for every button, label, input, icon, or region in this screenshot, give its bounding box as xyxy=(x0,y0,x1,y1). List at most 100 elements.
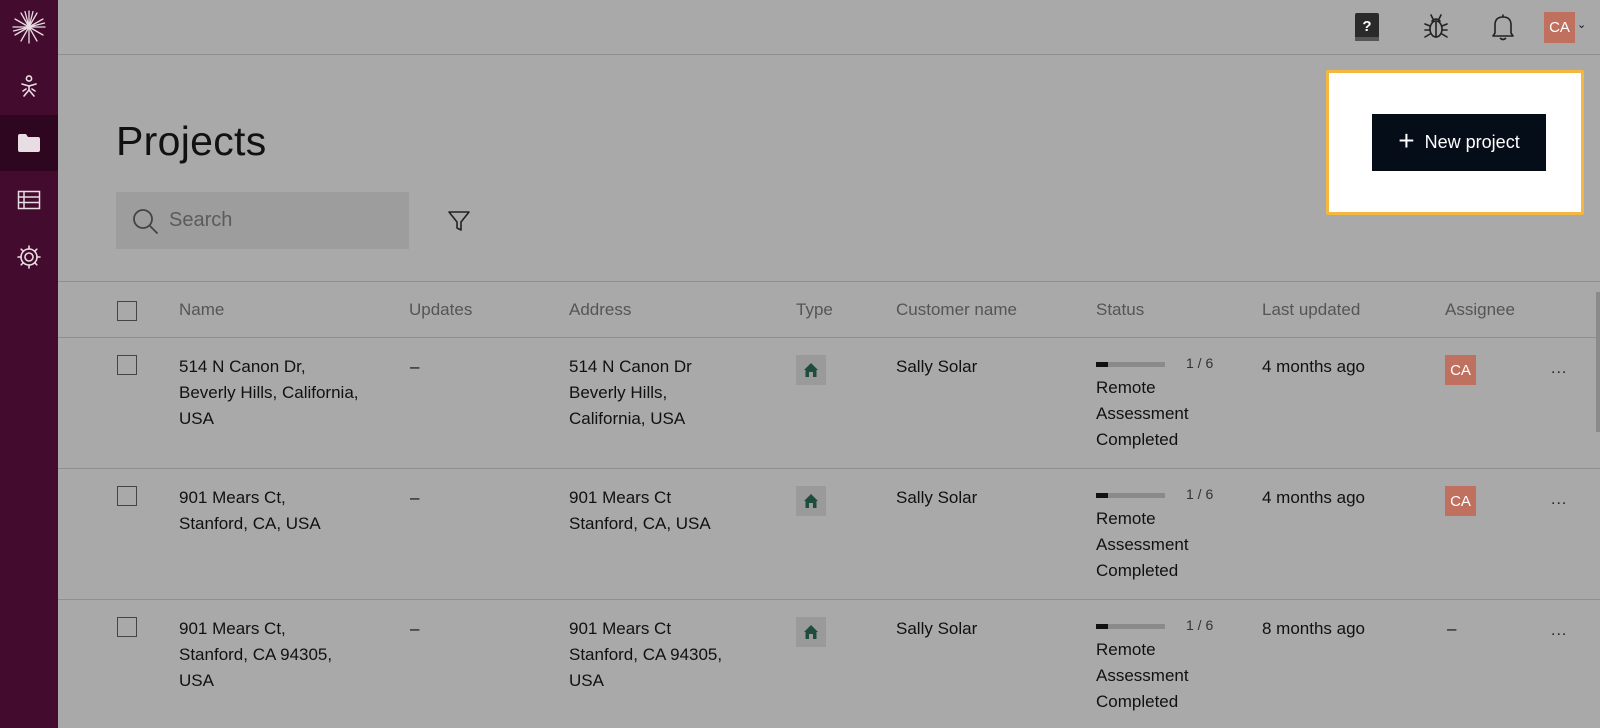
address-line: Stanford, CA 94305, xyxy=(569,645,723,664)
status-label-line: Completed xyxy=(1096,561,1179,580)
project-name-line: 901 Mears Ct, xyxy=(179,488,286,507)
address-line: 901 Mears Ct xyxy=(569,619,672,638)
row-checkbox[interactable] xyxy=(117,355,137,375)
project-name[interactable]: 514 N Canon Dr, Beverly Hills, California… xyxy=(179,354,389,432)
status-label-line: Assessment xyxy=(1096,535,1189,554)
status-label-line: Completed xyxy=(1096,692,1179,711)
address-value: 514 N Canon Dr Beverly Hills, California, … xyxy=(569,354,779,432)
house-icon xyxy=(804,625,818,639)
type-badge xyxy=(796,617,826,647)
column-header-customer-name[interactable]: Customer name xyxy=(896,300,1017,320)
sidebar-item-projects[interactable] xyxy=(0,115,58,171)
house-icon xyxy=(804,363,818,377)
address-line: Beverly Hills, xyxy=(569,383,668,402)
updates-value: – xyxy=(410,488,420,507)
address-line: 514 N Canon Dr xyxy=(569,357,692,376)
last-updated: 4 months ago xyxy=(1262,357,1366,376)
project-name-line: Stanford, CA 94305, xyxy=(179,645,333,664)
row-checkbox[interactable] xyxy=(117,617,137,637)
column-header-name[interactable]: Name xyxy=(179,300,224,320)
person-icon xyxy=(21,75,37,97)
search-input[interactable] xyxy=(169,209,389,232)
row-more-icon[interactable]: ... xyxy=(1551,360,1567,378)
status-label: Remote Assessment Completed xyxy=(1096,375,1216,453)
row-checkbox[interactable] xyxy=(117,486,137,506)
project-name[interactable]: 901 Mears Ct, Stanford, CA, USA xyxy=(179,485,389,537)
search-icon xyxy=(133,208,158,234)
address-line: 901 Mears Ct xyxy=(569,488,672,507)
status-progress-fill xyxy=(1096,493,1108,498)
address-line: California, USA xyxy=(569,409,686,428)
status-label-line: Remote xyxy=(1096,640,1156,659)
project-name-line: 514 N Canon Dr, xyxy=(179,357,306,376)
customer-name: Sally Solar xyxy=(896,357,978,376)
starburst-logo-icon[interactable] xyxy=(11,9,47,45)
address-value: 901 Mears Ct Stanford, CA 94305, USA xyxy=(569,616,779,694)
status-step-count: 1 / 6 xyxy=(1186,617,1214,633)
sidebar xyxy=(0,0,58,728)
column-header-type[interactable]: Type xyxy=(796,300,833,320)
search-box[interactable] xyxy=(116,192,409,249)
column-header-address[interactable]: Address xyxy=(569,300,631,320)
row-more-icon[interactable]: ... xyxy=(1551,491,1567,509)
gear-icon xyxy=(17,245,41,269)
customer-name: Sally Solar xyxy=(896,488,978,507)
house-icon xyxy=(804,494,818,508)
sidebar-item-data[interactable] xyxy=(0,172,58,228)
table-icon xyxy=(17,190,41,210)
status-label-line: Remote xyxy=(1096,509,1156,528)
column-header-updates[interactable]: Updates xyxy=(409,300,472,320)
status-label: Remote Assessment Completed xyxy=(1096,506,1216,584)
last-updated: 8 months ago xyxy=(1262,619,1366,638)
status-label-line: Assessment xyxy=(1096,666,1189,685)
new-project-label: New project xyxy=(1424,132,1520,152)
status-progress-bar xyxy=(1096,362,1165,367)
assignee-empty: – xyxy=(1447,619,1457,638)
chevron-down-icon[interactable]: ⌄ xyxy=(1577,18,1586,31)
status-progress-bar xyxy=(1096,624,1165,629)
filter-icon[interactable] xyxy=(446,208,472,234)
customer-name: Sally Solar xyxy=(896,619,978,638)
column-header-status[interactable]: Status xyxy=(1096,300,1144,320)
project-name-line: Stanford, CA, USA xyxy=(179,514,321,533)
last-updated: 4 months ago xyxy=(1262,488,1366,507)
address-line: USA xyxy=(569,671,604,690)
status-label-line: Assessment xyxy=(1096,404,1189,423)
new-project-button[interactable]: + New project xyxy=(1372,114,1546,171)
page-title: Projects xyxy=(116,118,267,164)
project-name-line: Beverly Hills, California, xyxy=(179,383,359,402)
project-name-line: USA xyxy=(179,409,214,428)
plus-icon: + xyxy=(1398,125,1415,156)
table-top-divider xyxy=(58,281,1600,282)
address-value: 901 Mears Ct Stanford, CA, USA xyxy=(569,485,779,537)
svg-text:?: ? xyxy=(1362,18,1371,35)
address-line: Stanford, CA, USA xyxy=(569,514,711,533)
status-progress-fill xyxy=(1096,362,1108,367)
updates-value: – xyxy=(410,619,420,638)
status-step-count: 1 / 6 xyxy=(1186,355,1214,371)
status-progress-bar xyxy=(1096,493,1165,498)
project-name[interactable]: 901 Mears Ct, Stanford, CA 94305, USA xyxy=(179,616,389,694)
sidebar-item-settings[interactable] xyxy=(0,229,58,285)
status-label-line: Remote xyxy=(1096,378,1156,397)
updates-value: – xyxy=(410,357,420,376)
user-avatar[interactable]: CA xyxy=(1544,12,1575,43)
help-book-icon[interactable]: ? xyxy=(1351,11,1383,43)
project-name-line: 901 Mears Ct, xyxy=(179,619,286,638)
sidebar-item-people[interactable] xyxy=(0,58,58,114)
assignee-avatar[interactable]: CA xyxy=(1445,355,1476,385)
status-progress-fill xyxy=(1096,624,1108,629)
bug-icon[interactable] xyxy=(1420,11,1452,43)
column-header-last-updated[interactable]: Last updated xyxy=(1262,300,1360,320)
bell-icon[interactable] xyxy=(1487,11,1519,43)
column-header-assignee[interactable]: Assignee xyxy=(1445,300,1517,320)
type-badge xyxy=(796,486,826,516)
type-badge xyxy=(796,355,826,385)
status-step-count: 1 / 6 xyxy=(1186,486,1214,502)
status-label-line: Completed xyxy=(1096,430,1179,449)
assignee-avatar[interactable]: CA xyxy=(1445,486,1476,516)
project-name-line: USA xyxy=(179,671,214,690)
status-label: Remote Assessment Completed xyxy=(1096,637,1216,715)
select-all-checkbox[interactable] xyxy=(117,301,137,321)
row-more-icon[interactable]: ... xyxy=(1551,622,1567,640)
